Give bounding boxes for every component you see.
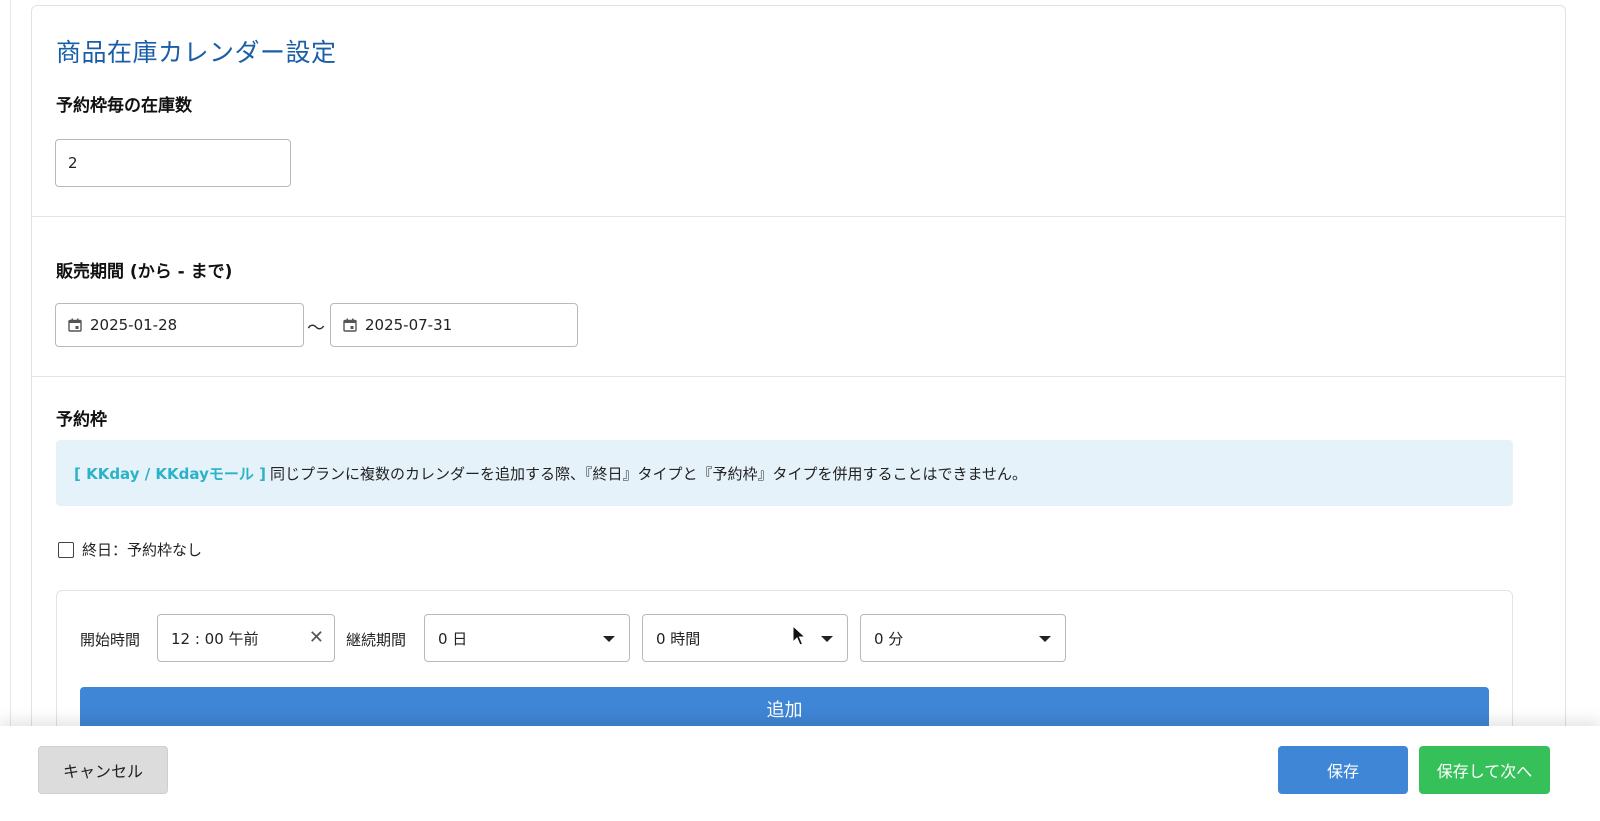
end-date-value: 2025-07-31 — [365, 316, 453, 334]
duration-days-select[interactable]: 0 日 — [424, 614, 630, 662]
chevron-down-icon — [821, 636, 833, 642]
mouse-cursor-icon — [792, 625, 806, 646]
calendar-icon — [68, 318, 82, 332]
cancel-button[interactable]: キャンセル — [38, 746, 168, 794]
start-date-value: 2025-01-28 — [90, 316, 178, 334]
sales-period-label: 販売期間 (から - まで) — [56, 262, 233, 282]
notice-banner: [ KKday / KKdayモール ] 同じプランに複数のカレンダーを追加する… — [56, 440, 1513, 506]
all-day-label: 終日：予約枠なし — [82, 541, 203, 559]
left-edge — [0, 0, 11, 821]
stock-label: 予約枠毎の在庫数 — [56, 96, 192, 116]
notice-text: 同じプランに複数のカレンダーを追加する際、『終日』タイプと『予約枠』タイプを併用… — [269, 464, 1027, 483]
duration-minutes-select[interactable]: 0 分 — [860, 614, 1066, 662]
section-divider — [31, 376, 1566, 377]
duration-hours-value: 0 時間 — [656, 629, 701, 648]
save-and-next-button[interactable]: 保存して次へ — [1419, 746, 1550, 794]
section-divider — [31, 216, 1566, 217]
calendar-icon — [343, 318, 357, 332]
chevron-down-icon — [603, 636, 615, 642]
duration-label: 継続期間 — [346, 631, 407, 649]
page-title: 商品在庫カレンダー設定 — [56, 38, 337, 67]
add-slot-button[interactable]: 追加 — [80, 687, 1489, 731]
end-date-input[interactable]: 2025-07-31 — [330, 303, 578, 347]
clear-icon[interactable]: ✕ — [309, 628, 324, 648]
duration-minutes-value: 0 分 — [874, 629, 904, 648]
save-button[interactable]: 保存 — [1278, 746, 1408, 794]
footer-bar: キャンセル 保存 保存して次へ — [0, 726, 1600, 821]
stock-input[interactable]: 2 — [55, 139, 291, 187]
date-separator: 〜 — [307, 318, 325, 339]
stock-value: 2 — [68, 154, 78, 172]
chevron-down-icon — [1039, 636, 1051, 642]
notice-tag: [ KKday / KKdayモール ] — [74, 464, 266, 483]
slots-label: 予約枠 — [56, 410, 107, 430]
duration-days-value: 0 日 — [438, 629, 468, 648]
start-date-input[interactable]: 2025-01-28 — [55, 303, 304, 347]
duration-hours-select[interactable]: 0 時間 — [642, 614, 848, 662]
all-day-option[interactable]: 終日：予約枠なし — [58, 539, 202, 560]
start-time-value: 12 : 00 午前 — [171, 629, 259, 648]
start-time-label: 開始時間 — [80, 631, 141, 649]
start-time-input[interactable]: 12 : 00 午前 ✕ — [157, 614, 335, 662]
all-day-checkbox[interactable] — [58, 541, 74, 558]
